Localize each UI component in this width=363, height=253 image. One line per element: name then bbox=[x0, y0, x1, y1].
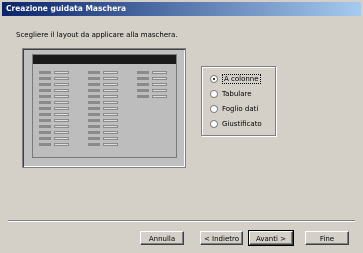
layout-option-label: Giustificato bbox=[222, 120, 262, 128]
layout-preview bbox=[22, 48, 186, 168]
radio-button-checked[interactable] bbox=[210, 75, 218, 83]
next-button[interactable]: Avanti > bbox=[248, 230, 294, 246]
form-wizard-window: Creazione guidata Maschera Scegliere il … bbox=[0, 0, 363, 253]
back-button[interactable]: < Indietro bbox=[200, 231, 243, 245]
layout-option-label: A colonne bbox=[222, 74, 261, 84]
preview-column-3 bbox=[137, 71, 167, 101]
layout-option-tabulare[interactable]: Tabulare bbox=[210, 88, 252, 100]
layout-option-label: Foglio dati bbox=[222, 105, 259, 113]
preview-column-1 bbox=[39, 71, 69, 149]
finish-button[interactable]: Fine bbox=[305, 231, 349, 245]
layout-option-giustificato[interactable]: Giustificato bbox=[210, 118, 262, 130]
layout-option-label: Tabulare bbox=[222, 90, 252, 98]
layout-option-group: A colonne Tabulare Foglio dati Giustific… bbox=[201, 66, 276, 136]
layout-option-a-colonne[interactable]: A colonne bbox=[210, 73, 261, 85]
preview-form-header bbox=[33, 55, 176, 64]
window-title: Creazione guidata Maschera bbox=[2, 2, 361, 16]
preview-column-2 bbox=[88, 71, 118, 149]
cancel-button[interactable]: Annulla bbox=[140, 231, 184, 245]
preview-form bbox=[32, 54, 177, 158]
button-separator bbox=[8, 220, 355, 222]
radio-button[interactable] bbox=[210, 120, 218, 128]
layout-option-foglio-dati[interactable]: Foglio dati bbox=[210, 103, 258, 115]
radio-button[interactable] bbox=[210, 90, 218, 98]
instruction-text: Scegliere il layout da applicare alla ma… bbox=[16, 31, 178, 39]
radio-button[interactable] bbox=[210, 105, 218, 113]
